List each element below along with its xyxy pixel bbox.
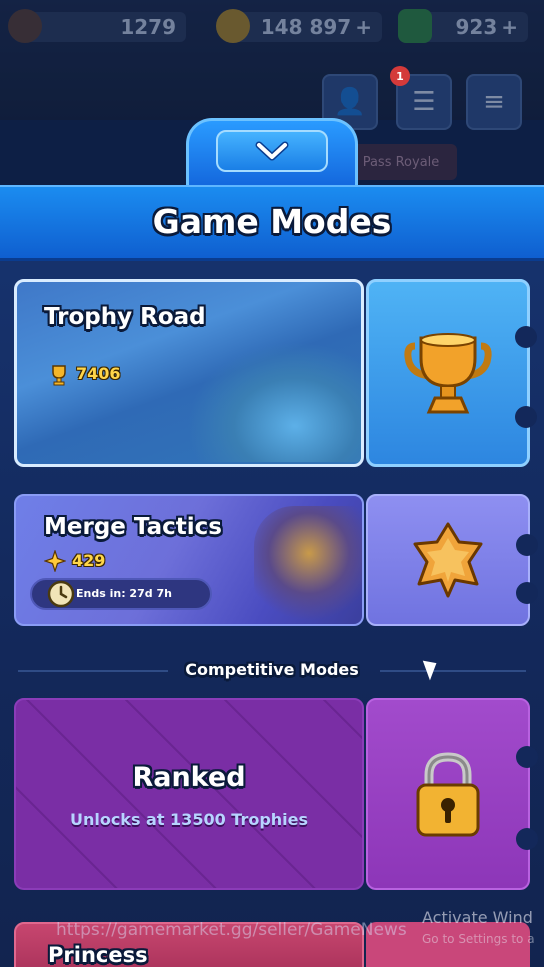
gold-counter[interactable]: 148 897 + [216,9,382,43]
gold-count: 148 897 [260,15,352,39]
trophy-count: 1279 [120,15,176,39]
panel-title: Game Modes [152,202,392,241]
gem-icon [398,9,432,43]
trophy-road-artwork [187,342,361,462]
trophy-small-icon [52,365,66,386]
collapse-button[interactable] [216,130,328,172]
chevron-down-icon [255,141,289,161]
ticket-notch [516,534,538,556]
trophy-icon [404,333,492,414]
ticket-notch [516,582,538,604]
merge-tactics-title: Merge Tactics [44,514,222,540]
gold-plus-icon[interactable]: + [355,15,372,39]
trophy-icon [8,9,42,43]
trophy-road-title: Trophy Road [44,304,206,330]
ticket-notch [516,746,538,768]
activate-windows-subtitle: Go to Settings to a [422,932,535,946]
activate-windows-title: Activate Wind [422,908,533,927]
gem-counter[interactable]: 923 + [398,9,528,43]
clock-icon [47,580,75,608]
ranked-title: Ranked [132,762,246,793]
top-resource-bar: 1279 148 897 + 923 + 👤 ☰ ≡ [0,0,544,130]
ticket-notch [515,326,537,348]
gold-coin-icon [216,9,250,43]
event-timer-label: Ends in: 27d 7h [76,587,172,600]
pass-royale-banner[interactable]: Pass Royale [345,144,457,180]
spark-icon [44,550,66,572]
news-notification-badge: 1 [390,66,410,86]
competitive-modes-label: Competitive Modes [185,660,359,679]
gem-plus-icon[interactable]: + [501,15,518,39]
gem-count: 923 [455,15,498,39]
trophy-road-stub[interactable] [366,279,537,467]
watermark: https://gamemarket.gg/seller/GameNews [56,920,407,940]
ranked-stub[interactable] [366,698,538,890]
ranked-card[interactable] [14,698,364,890]
news-icon: ☰ [412,87,436,117]
friends-icon: 👤 [333,87,367,117]
merge-tactics-artwork [254,506,362,624]
trophy-road-count: 7406 [76,364,121,383]
ticket-notch [515,406,537,428]
merge-tactics-points: 429 [72,551,106,570]
menu-button[interactable]: ≡ [466,74,522,130]
star-icon [413,522,483,598]
ranked-unlock-requirement: Unlocks at 13500 Trophies [69,810,309,829]
princess-title: Princess [48,943,148,967]
ticket-notch [516,828,538,850]
merge-tactics-stub[interactable] [366,494,538,626]
hamburger-menu-icon: ≡ [483,87,505,117]
trophy-counter: 1279 [8,9,186,43]
lock-icon [416,752,480,837]
